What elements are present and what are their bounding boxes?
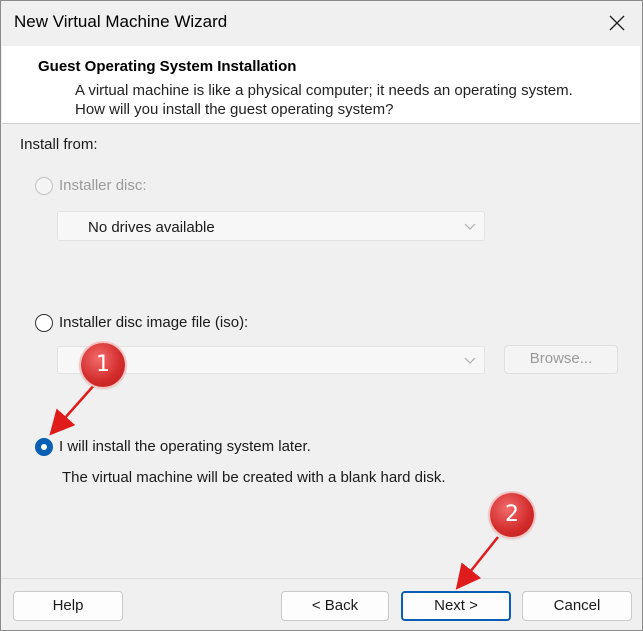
cancel-button[interactable]: Cancel bbox=[522, 591, 632, 621]
wizard-window: New Virtual Machine Wizard Guest Operati… bbox=[0, 0, 643, 631]
installer-disc-label: Installer disc: bbox=[59, 177, 147, 194]
chevron-down-icon bbox=[464, 357, 476, 364]
install-later-radio[interactable] bbox=[35, 438, 53, 456]
install-from-label: Install from: bbox=[20, 136, 98, 153]
chevron-down-icon bbox=[464, 223, 476, 230]
annotation-marker-1: 1 bbox=[81, 343, 125, 387]
iso-file-radio[interactable] bbox=[35, 314, 53, 332]
disc-drive-dropdown[interactable]: No drives available bbox=[57, 211, 485, 241]
disc-drive-value: No drives available bbox=[88, 219, 215, 236]
iso-file-label: Installer disc image file (iso): bbox=[59, 314, 249, 331]
install-later-label: I will install the operating system late… bbox=[59, 438, 311, 455]
close-button[interactable] bbox=[602, 9, 632, 37]
browse-button[interactable]: Browse... bbox=[504, 345, 618, 374]
help-button[interactable]: Help bbox=[13, 591, 123, 621]
wizard-header: Guest Operating System Installation A vi… bbox=[2, 46, 640, 124]
next-button[interactable]: Next > bbox=[401, 591, 511, 621]
install-later-note: The virtual machine will be created with… bbox=[62, 469, 446, 486]
wizard-footer: Help < Back Next > Cancel bbox=[1, 578, 642, 630]
page-description: A virtual machine is like a physical com… bbox=[75, 82, 573, 118]
back-button[interactable]: < Back bbox=[281, 591, 389, 621]
title-bar: New Virtual Machine Wizard bbox=[1, 1, 642, 45]
window-title: New Virtual Machine Wizard bbox=[14, 12, 228, 31]
page-title: Guest Operating System Installation bbox=[38, 58, 297, 75]
close-icon bbox=[609, 15, 625, 31]
installer-disc-radio[interactable] bbox=[35, 177, 53, 195]
annotation-marker-2: 2 bbox=[490, 493, 534, 537]
